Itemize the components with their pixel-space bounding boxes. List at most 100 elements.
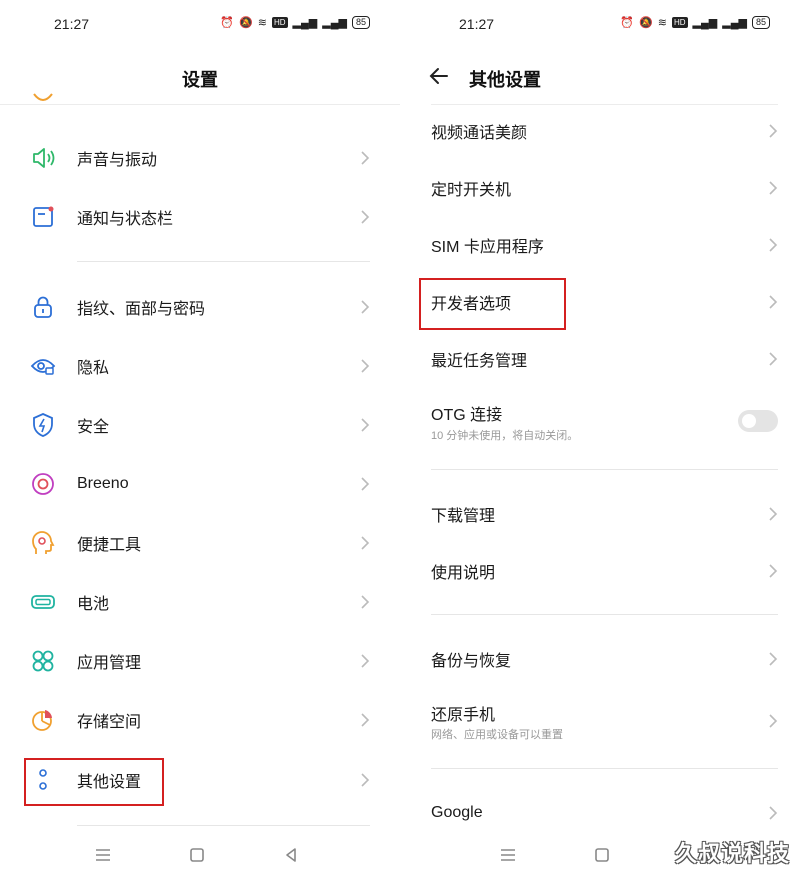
section-divider xyxy=(431,614,778,615)
chevron-right-icon xyxy=(361,477,370,491)
shield-icon xyxy=(33,413,53,437)
header-divider xyxy=(0,104,400,105)
chevron-right-icon xyxy=(769,507,778,521)
chevron-right-icon xyxy=(361,300,370,314)
settings-item-fingerprint[interactable]: 指纹、面部与密码 xyxy=(0,280,400,334)
alarm-icon: ⏰ xyxy=(220,17,235,29)
other-item-label: 最近任务管理 xyxy=(431,353,528,370)
chevron-right-icon xyxy=(361,773,370,787)
other-item-label: 开发者选项 xyxy=(431,296,512,313)
chevron-right-icon xyxy=(361,359,370,373)
settings-item-breeno[interactable]: Breeno xyxy=(0,457,400,511)
settings-item-label: 便捷工具 xyxy=(77,537,142,554)
back-icon[interactable] xyxy=(282,846,300,864)
wifi-icon: ≋ xyxy=(257,17,267,29)
settings-item-sound[interactable]: 声音与振动 xyxy=(0,131,400,185)
chevron-right-icon xyxy=(769,806,778,820)
home-icon[interactable] xyxy=(593,846,611,864)
privacy-eye-icon xyxy=(30,359,56,375)
settings-item-label: 安全 xyxy=(77,419,110,436)
settings-item-notifications[interactable]: 通知与状态栏 xyxy=(0,190,400,244)
chevron-right-icon xyxy=(769,238,778,252)
settings-item-tools[interactable]: 便捷工具 xyxy=(0,516,400,570)
other-item-label: 使用说明 xyxy=(431,565,496,582)
battery-icon xyxy=(31,595,55,609)
status-bar: 21:27 ⏰ 🔕 ≋ HD ▂▄▆ ▂▄▆ 85 xyxy=(0,14,400,34)
other-item-sim-apps[interactable]: SIM 卡应用程序 xyxy=(405,218,800,272)
settings-item-label: 其他设置 xyxy=(77,774,142,791)
settings-item-battery[interactable]: 电池 xyxy=(0,575,400,629)
mute-bell-icon: 🔕 xyxy=(239,17,253,29)
signal-icon: ▂▄▆ xyxy=(692,17,718,29)
chevron-right-icon xyxy=(361,595,370,609)
chevron-right-icon xyxy=(769,181,778,195)
settings-item-label: 声音与振动 xyxy=(77,152,158,169)
settings-item-label: Breeno xyxy=(77,475,129,492)
settings-item-label: 通知与状态栏 xyxy=(77,211,174,228)
partial-icon xyxy=(33,93,53,101)
other-item-recent-tasks[interactable]: 最近任务管理 xyxy=(405,332,800,386)
chevron-right-icon xyxy=(769,352,778,366)
other-item-google[interactable]: Google xyxy=(405,786,800,840)
apps-icon xyxy=(32,650,54,672)
back-arrow-icon[interactable] xyxy=(427,64,451,88)
more-dots-icon xyxy=(39,769,47,790)
status-icons: ⏰ 🔕 ≋ HD ▂▄▆ ▂▄▆ 85 xyxy=(220,16,370,29)
mute-bell-icon: 🔕 xyxy=(639,17,653,29)
settings-item-other[interactable]: 其他设置 xyxy=(0,753,400,807)
settings-item-security[interactable]: 安全 xyxy=(0,398,400,452)
other-item-label: Google xyxy=(431,804,483,821)
other-item-developer-options[interactable]: 开发者选项 xyxy=(405,275,800,329)
settings-item-label: 应用管理 xyxy=(77,655,142,672)
status-time: 21:27 xyxy=(54,16,90,32)
other-item-label: 还原手机 xyxy=(431,707,496,724)
other-item-sublabel: 10 分钟未使用，将自动关闭。 xyxy=(431,430,579,442)
menu-icon[interactable] xyxy=(499,846,517,864)
otg-toggle[interactable] xyxy=(738,410,778,432)
settings-item-privacy[interactable]: 隐私 xyxy=(0,339,400,393)
watermark: 久叔说科技 xyxy=(674,841,790,866)
section-divider xyxy=(431,768,778,769)
hd-badge: HD xyxy=(671,17,688,28)
chevron-right-icon xyxy=(361,536,370,550)
page-title: 设置 xyxy=(182,70,218,90)
menu-icon[interactable] xyxy=(94,846,112,864)
battery-level: 85 xyxy=(351,16,370,29)
other-item-label: 下载管理 xyxy=(431,508,496,525)
settings-item-storage[interactable]: 存储空间 xyxy=(0,693,400,747)
other-item-scheduled-power[interactable]: 定时开关机 xyxy=(405,161,800,215)
signal-icon: ▂▄▆ xyxy=(292,17,318,29)
chevron-right-icon xyxy=(769,564,778,578)
settings-panel: 21:27 ⏰ 🔕 ≋ HD ▂▄▆ ▂▄▆ 85 设置 声音与振动 通知与状态… xyxy=(0,0,400,878)
section-divider xyxy=(77,825,370,826)
other-item-video-beauty[interactable]: 视频通话美颜 xyxy=(405,104,800,158)
header: 其他设置 xyxy=(405,62,800,94)
other-item-downloads[interactable]: 下载管理 xyxy=(405,487,800,541)
home-icon[interactable] xyxy=(188,846,206,864)
other-item-sublabel: 网络、应用或设备可以重置 xyxy=(431,729,563,741)
tools-icon xyxy=(32,531,55,554)
section-divider xyxy=(77,261,370,262)
chevron-right-icon xyxy=(769,714,778,728)
status-bar: 21:27 ⏰ 🔕 ≋ HD ▂▄▆ ▂▄▆ 85 xyxy=(405,14,800,34)
other-item-manual[interactable]: 使用说明 xyxy=(405,544,800,598)
storage-pie-icon xyxy=(32,710,52,731)
other-item-label: OTG 连接 xyxy=(431,407,503,424)
signal-icon-2: ▂▄▆ xyxy=(722,17,747,29)
settings-item-label: 隐私 xyxy=(77,360,110,377)
chevron-right-icon xyxy=(361,418,370,432)
status-icons: ⏰ 🔕 ≋ HD ▂▄▆ ▂▄▆ 85 xyxy=(620,16,770,29)
chevron-right-icon xyxy=(361,713,370,727)
other-item-otg[interactable]: OTG 连接 10 分钟未使用，将自动关闭。 xyxy=(405,393,800,449)
breeno-icon xyxy=(32,473,54,495)
other-item-label: 定时开关机 xyxy=(431,182,512,199)
lock-icon xyxy=(34,296,52,318)
notification-icon xyxy=(33,206,54,227)
settings-item-apps[interactable]: 应用管理 xyxy=(0,634,400,688)
status-time: 21:27 xyxy=(459,16,495,32)
other-item-backup[interactable]: 备份与恢复 xyxy=(405,632,800,686)
section-divider xyxy=(431,469,778,470)
alarm-icon: ⏰ xyxy=(620,17,635,29)
other-item-reset[interactable]: 还原手机 网络、应用或设备可以重置 xyxy=(405,693,800,749)
other-item-label: 视频通话美颜 xyxy=(431,125,528,142)
